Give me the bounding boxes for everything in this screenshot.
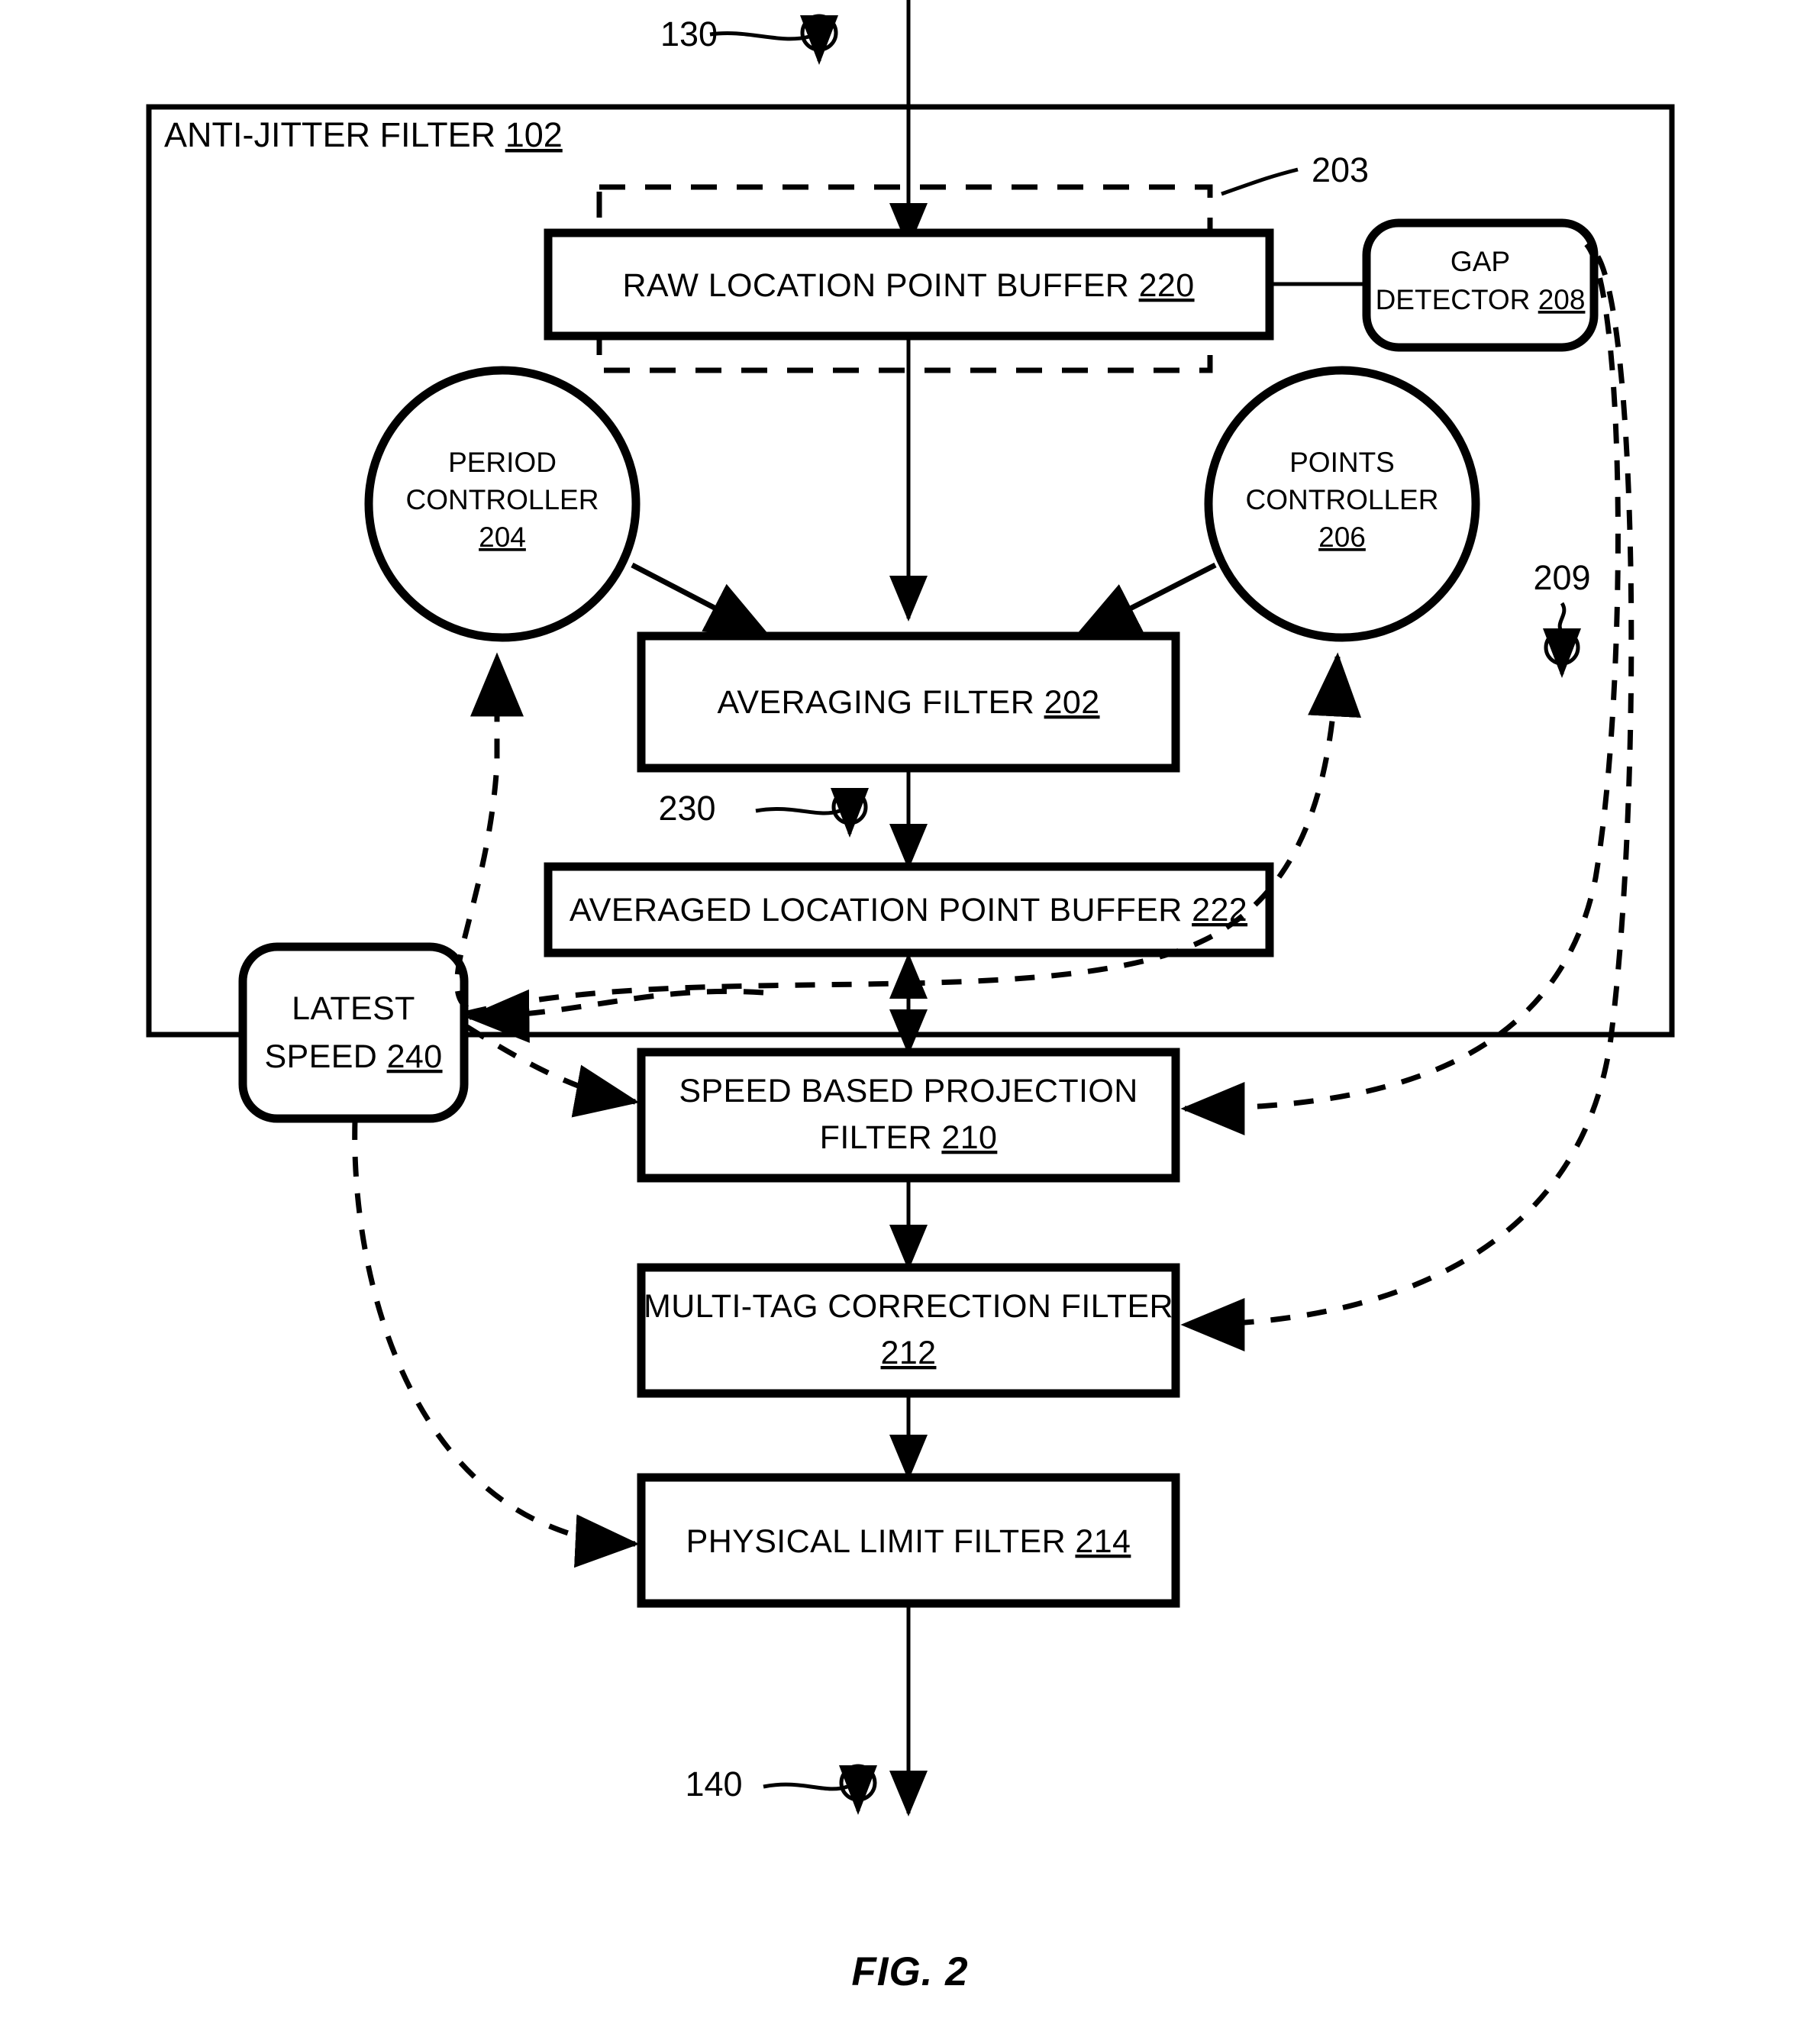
period-controller-ref: 204 xyxy=(479,521,526,553)
input-signal-marker-label: 130 xyxy=(660,15,718,53)
multi-tag-correction-filter-label: MULTI-TAG CORRECTION FILTER xyxy=(644,1288,1173,1325)
output-signal-leader xyxy=(763,1782,848,1791)
speed-based-projection-filter-label-line2: FILTER 210 xyxy=(820,1119,998,1156)
raw-buffer-group-leader xyxy=(1221,167,1299,196)
averaged-output-marker-circle xyxy=(831,789,868,825)
latest-speed-to-period-controller-feedback xyxy=(454,652,524,1010)
latest-speed-box xyxy=(238,942,469,1123)
input-signal-marker-circle xyxy=(800,14,838,52)
output-signal-marker-label: 140 xyxy=(685,1765,742,1803)
latest-speed-to-speed-filter xyxy=(466,1025,640,1118)
period-controller-label-line1: PERIOD xyxy=(448,447,557,478)
output-signal-marker-circle xyxy=(839,1764,877,1802)
multi-tag-correction-filter-box xyxy=(637,1263,1180,1398)
gap-detector-label-line1: GAP xyxy=(1451,246,1510,277)
latest-speed-label-line1: LATEST xyxy=(292,990,415,1027)
physical-limit-filter-label: PHYSICAL LIMIT FILTER 214 xyxy=(686,1523,1131,1560)
gap-detector-label-line2: DETECTOR 208 xyxy=(1376,284,1586,315)
gap-feedback-leader xyxy=(1557,602,1567,634)
speed-based-projection-filter-box xyxy=(637,1048,1180,1183)
averaged-output-marker-label: 230 xyxy=(658,789,715,828)
points-controller-label-line1: POINTS xyxy=(1289,447,1395,478)
period-controller-label-line2: CONTROLLER xyxy=(406,484,599,515)
patent-figure-page: ANTI-JITTER FILTER 102 203 130 RAW LOCAT… xyxy=(0,0,1820,2031)
averaged-location-point-buffer-label: AVERAGED LOCATION POINT BUFFER 222 xyxy=(570,892,1247,928)
gap-detector-to-speed-filter-feedback xyxy=(1180,242,1621,1135)
points-controller-ref: 206 xyxy=(1318,521,1366,553)
speed-based-projection-filter-label-line1: SPEED BASED PROJECTION xyxy=(679,1073,1138,1109)
raw-location-point-buffer-label: RAW LOCATION POINT BUFFER 220 xyxy=(622,267,1194,304)
multi-tag-correction-filter-ref: 212 xyxy=(881,1335,937,1371)
input-signal-leader xyxy=(709,31,810,41)
gap-feedback-marker-label: 209 xyxy=(1533,558,1590,597)
anti-jitter-filter-diagram: ANTI-JITTER FILTER 102 203 130 RAW LOCAT… xyxy=(146,0,1675,1994)
period-controller-to-averaging-arrow xyxy=(631,562,771,638)
latest-speed-to-physical-limit-filter xyxy=(352,1119,640,1568)
raw-buffer-group-marker-label: 203 xyxy=(1312,150,1369,189)
points-controller-label-line2: CONTROLLER xyxy=(1246,484,1439,515)
latest-speed-label-line2: SPEED 240 xyxy=(264,1038,442,1075)
frame-title: ANTI-JITTER FILTER 102 xyxy=(164,115,563,154)
points-controller-to-averaging-arrow xyxy=(1074,562,1217,638)
figure-caption: FIG. 2 xyxy=(851,1949,968,1994)
gap-feedback-marker-circle xyxy=(1544,629,1580,666)
averaging-filter-label: AVERAGING FILTER 202 xyxy=(717,684,1099,721)
averaged-output-leader xyxy=(755,807,841,815)
